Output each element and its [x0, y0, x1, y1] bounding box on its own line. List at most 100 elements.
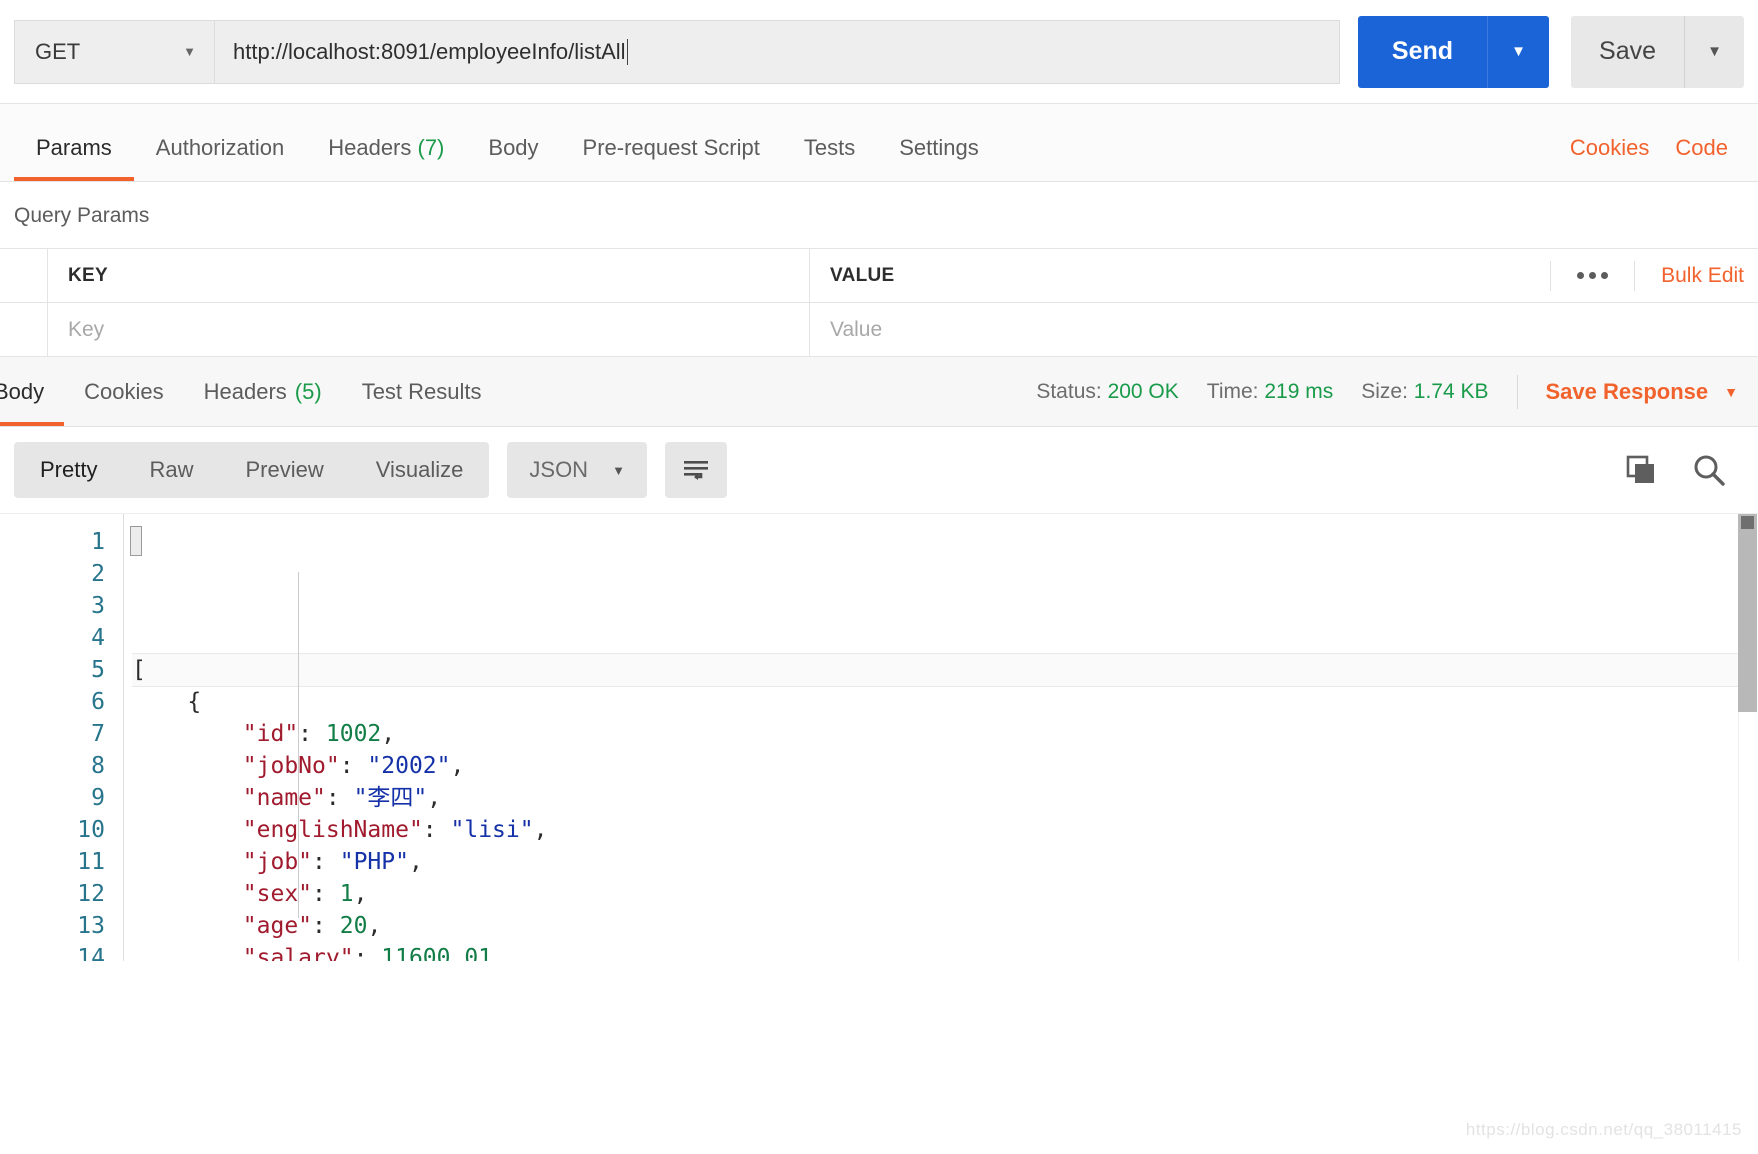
response-tab-headers-label: Headers: [203, 378, 287, 404]
tab-params[interactable]: Params: [14, 135, 134, 181]
line-number: 2: [91, 561, 105, 587]
word-wrap-icon[interactable]: [664, 442, 727, 498]
response-tab-test-results[interactable]: Test Results: [342, 357, 502, 426]
code-token: "jobNo": [242, 753, 340, 779]
column-header-value: VALUE Bulk Edit: [810, 249, 1758, 302]
time-value: 219 ms: [1264, 379, 1334, 403]
code-token: "age": [242, 913, 313, 939]
chevron-down-icon: ▼: [1724, 383, 1738, 400]
text-cursor: [626, 38, 628, 65]
line-number: 10: [77, 817, 105, 843]
send-button[interactable]: Send: [1357, 15, 1488, 88]
code-token: :: [339, 753, 368, 779]
code-line: "salary": 11600.01,: [132, 942, 1758, 961]
chevron-down-icon: ▼: [612, 462, 625, 478]
code-token: :: [312, 849, 340, 875]
bulk-edit-button[interactable]: Bulk Edit: [1635, 264, 1744, 288]
tab-body[interactable]: Body: [466, 135, 560, 181]
tab-headers-label: Headers: [328, 135, 412, 160]
view-mode-raw[interactable]: Raw: [123, 442, 219, 498]
http-method-select[interactable]: GET ▼: [14, 19, 214, 84]
code-token: [: [132, 657, 146, 683]
cookies-link[interactable]: Cookies: [1570, 135, 1649, 161]
http-method-label: GET: [35, 38, 81, 64]
code-token: ,: [427, 785, 442, 811]
param-value-input[interactable]: Value: [830, 318, 882, 342]
tab-tests-label: Tests: [803, 135, 856, 160]
response-tab-headers[interactable]: Headers (5): [184, 357, 342, 426]
watermark: https://blog.csdn.net/qq_38011415: [1465, 1120, 1742, 1139]
json-code-content[interactable]: [ { "id": 1002, "jobNo": "2002", "name":…: [124, 514, 1758, 961]
code-token: "englishName": [242, 817, 423, 843]
ellipsis-icon[interactable]: [1550, 260, 1636, 291]
save-button[interactable]: Save: [1571, 15, 1684, 88]
response-tab-body[interactable]: Body: [0, 357, 64, 426]
tab-body-label: Body: [488, 135, 539, 160]
param-value-cell[interactable]: Value: [810, 303, 1758, 356]
tab-pre-request-script[interactable]: Pre-request Script: [561, 135, 782, 181]
time-label: Time:: [1206, 379, 1259, 403]
row-checkbox-gutter[interactable]: [0, 303, 48, 356]
table-header-row: KEY VALUE Bulk Edit: [0, 249, 1758, 303]
code-token: ,: [353, 881, 368, 907]
row-checkbox-gutter: [0, 249, 48, 302]
column-header-key: KEY: [48, 249, 810, 302]
line-number: 3: [91, 593, 105, 619]
query-params-title: Query Params: [0, 182, 1758, 248]
vertical-scrollbar[interactable]: [1738, 514, 1758, 961]
table-actions: Bulk Edit: [1550, 249, 1758, 302]
view-mode-group: Pretty Raw Preview Visualize: [14, 442, 490, 498]
save-response-button[interactable]: Save Response ▼: [1546, 379, 1758, 405]
view-mode-preview[interactable]: Preview: [219, 442, 349, 498]
status-badge: Status: 200 OK: [1036, 380, 1178, 404]
request-url-input[interactable]: http://localhost:8091/employeeInfo/listA…: [214, 19, 1340, 84]
view-mode-pretty[interactable]: Pretty: [14, 442, 123, 498]
code-token: "job": [242, 849, 313, 875]
status-label: Status:: [1036, 379, 1102, 403]
code-token: "sex": [242, 881, 313, 907]
code-token: ,: [533, 817, 548, 843]
code-line: "id": 1002,: [132, 718, 1758, 750]
size-value: 1.74 KB: [1413, 379, 1489, 403]
save-button-group: Save ▼: [1571, 15, 1744, 88]
view-mode-visualize[interactable]: Visualize: [350, 442, 490, 498]
tab-headers[interactable]: Headers (7): [306, 135, 466, 181]
code-line: "name": "李四",: [132, 782, 1758, 814]
tab-authorization[interactable]: Authorization: [134, 135, 306, 181]
code-line: [: [132, 654, 1758, 686]
format-select[interactable]: JSON ▼: [507, 442, 647, 498]
param-key-input[interactable]: Key: [68, 318, 104, 342]
response-tab-bar: Body Cookies Headers (5) Test Results St…: [0, 357, 1758, 427]
code-line: "jobNo": "2002",: [132, 750, 1758, 782]
search-icon[interactable]: [1692, 453, 1726, 487]
vertical-scrollbar-thumb[interactable]: [1738, 514, 1757, 712]
copy-icon[interactable]: [1624, 454, 1658, 486]
text-cursor: [130, 526, 142, 556]
response-tab-cookies[interactable]: Cookies: [64, 357, 183, 426]
table-row: Key Value: [0, 303, 1758, 357]
send-options-chevron-down-icon[interactable]: ▼: [1487, 15, 1550, 88]
response-tab-test-results-label: Test Results: [361, 378, 482, 404]
response-body-code-view[interactable]: 12345678910111213141516 [ { "id": 1002, …: [0, 513, 1758, 961]
save-options-chevron-down-icon[interactable]: ▼: [1684, 15, 1744, 88]
line-number: 13: [77, 913, 105, 939]
tab-tests[interactable]: Tests: [782, 135, 877, 181]
scrollbar-thumb-cap: [1741, 516, 1754, 529]
param-key-cell[interactable]: Key: [48, 303, 810, 356]
code-link[interactable]: Code: [1675, 135, 1728, 161]
code-token: "name": [242, 785, 326, 811]
code-line: "job": "PHP",: [132, 846, 1758, 878]
response-body-toolbar: Pretty Raw Preview Visualize JSON ▼: [0, 427, 1758, 513]
line-number: 8: [91, 753, 105, 779]
tab-authorization-label: Authorization: [155, 135, 285, 160]
tab-settings[interactable]: Settings: [877, 135, 1001, 181]
tab-pre-request-script-label: Pre-request Script: [582, 135, 760, 160]
code-token: {: [187, 689, 202, 715]
line-number: 12: [77, 881, 105, 907]
response-meta: Status: 200 OK Time: 219 ms Size: 1.74 K…: [1036, 374, 1758, 409]
response-tab-body-label: Body: [0, 378, 45, 404]
body-toolbar-icons: [1624, 453, 1744, 487]
send-button-group: Send ▼: [1357, 15, 1550, 88]
code-token: ,: [492, 945, 506, 961]
code-token: :: [325, 785, 354, 811]
